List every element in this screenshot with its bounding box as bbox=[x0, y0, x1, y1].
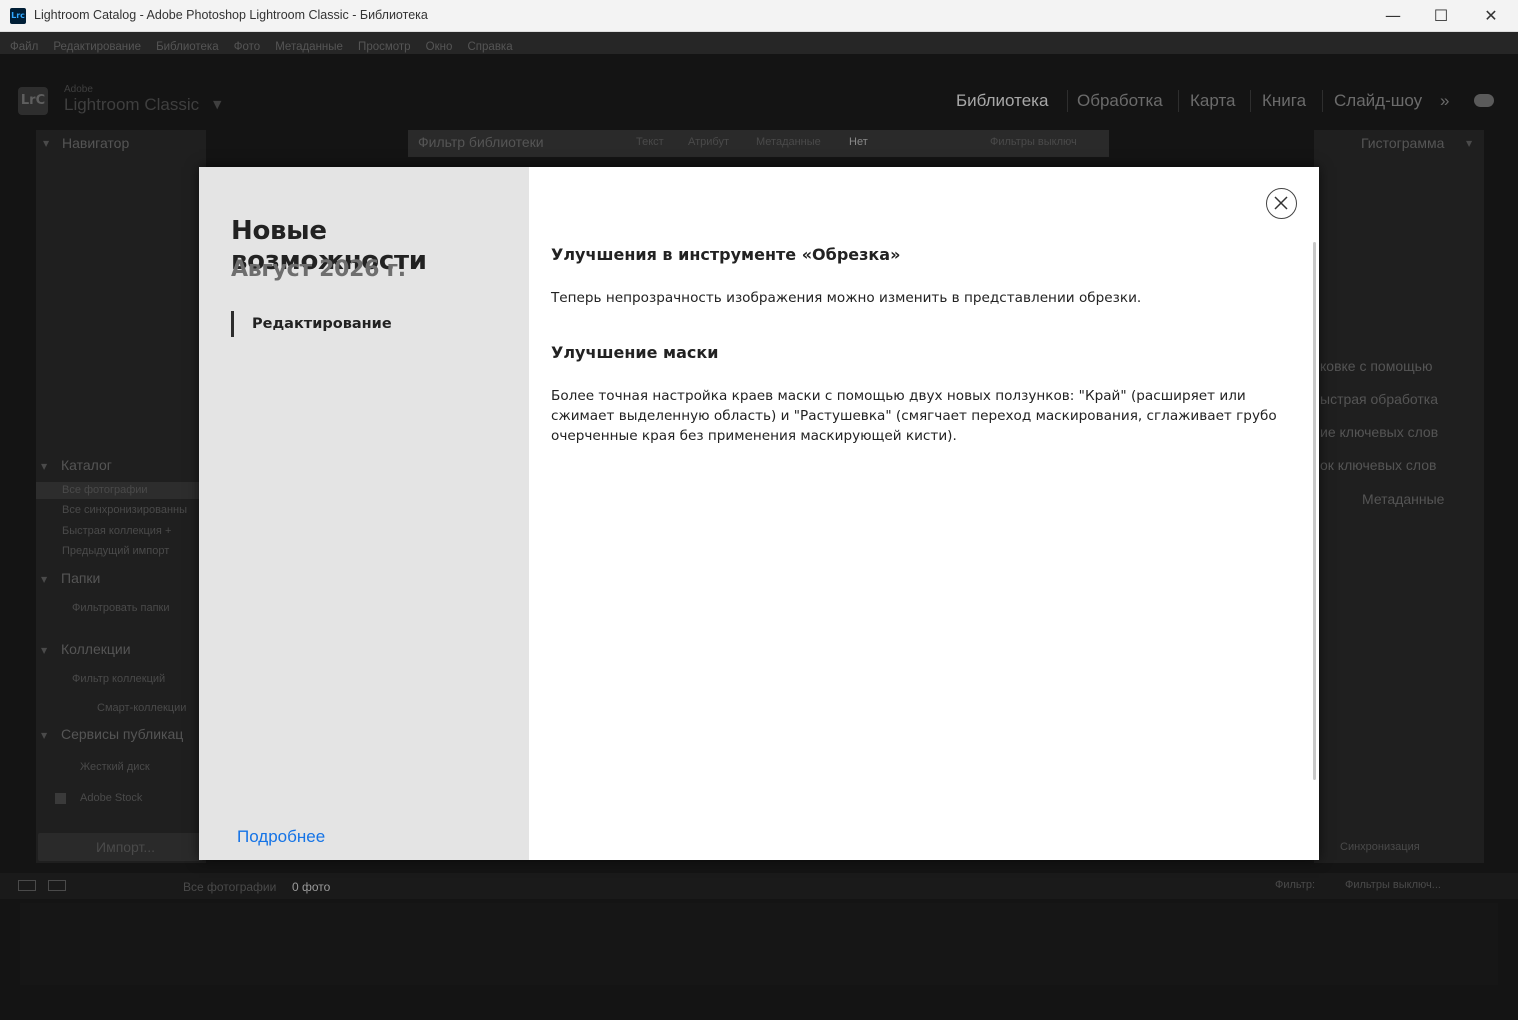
filter-option-none[interactable]: Нет bbox=[849, 136, 868, 148]
right-panel-item[interactable]: ковке с помощью bbox=[1320, 358, 1432, 374]
filter-option-text[interactable]: Текст bbox=[636, 136, 664, 148]
screen-2-icon[interactable] bbox=[48, 880, 66, 891]
menu-metadata[interactable]: Метаданные bbox=[275, 41, 343, 53]
publish-header[interactable]: Сервисы публикац bbox=[61, 726, 183, 742]
lrc-logo: LrC bbox=[18, 87, 48, 115]
import-button[interactable]: Импорт... bbox=[38, 833, 203, 861]
histogram-header[interactable]: Гистограмма bbox=[1361, 135, 1444, 151]
screen-1-icon[interactable] bbox=[18, 880, 36, 891]
filter-option-metadata[interactable]: Метаданные bbox=[756, 136, 821, 148]
section-body-crop: Теперь непрозрачность изображения можно … bbox=[551, 290, 1142, 306]
collapse-icon[interactable]: ▼ bbox=[41, 462, 47, 471]
filmstrip-filter-label: Фильтр: bbox=[1275, 879, 1316, 891]
catalog-header[interactable]: Каталог bbox=[61, 457, 112, 473]
section-body-mask: Более точная настройка краев маски с пом… bbox=[551, 388, 1277, 444]
right-panel-item[interactable]: ок ключевых слов bbox=[1320, 457, 1436, 473]
brand-small: Adobe bbox=[64, 84, 93, 95]
collapse-icon[interactable]: ▼ bbox=[41, 646, 47, 655]
folders-filter[interactable]: Фильтровать папки bbox=[72, 602, 169, 614]
close-dialog-button[interactable] bbox=[1266, 188, 1297, 219]
module-divider bbox=[1322, 90, 1323, 112]
module-divider bbox=[1178, 90, 1179, 112]
brand-name: Lightroom Classic bbox=[64, 95, 200, 114]
metadata-header[interactable]: Метаданные bbox=[1362, 491, 1444, 507]
learn-more-link[interactable]: Подробнее bbox=[237, 827, 325, 847]
adobe-stock-icon bbox=[55, 793, 66, 804]
menu-file[interactable]: Файл bbox=[10, 41, 38, 53]
app-icon: Lrc bbox=[10, 8, 26, 24]
module-map[interactable]: Карта bbox=[1190, 91, 1236, 111]
menu-bar: Файл Редактирование Библиотека Фото Мета… bbox=[0, 32, 1518, 54]
collections-header[interactable]: Коллекции bbox=[61, 641, 131, 657]
menu-window[interactable]: Окно bbox=[426, 41, 453, 53]
module-divider bbox=[1250, 90, 1251, 112]
nav-active-indicator bbox=[231, 311, 234, 337]
close-window-button[interactable]: ✕ bbox=[1468, 0, 1514, 32]
catalog-item-synced[interactable]: Все синхронизированны bbox=[62, 504, 187, 516]
close-icon bbox=[1274, 196, 1288, 210]
module-book[interactable]: Книга bbox=[1262, 91, 1306, 111]
module-develop[interactable]: Обработка bbox=[1077, 91, 1163, 111]
modules-more-icon[interactable]: » bbox=[1440, 91, 1449, 111]
minimize-button[interactable]: — bbox=[1370, 0, 1416, 32]
filter-preset[interactable]: Фильтры выключ bbox=[990, 136, 1077, 148]
library-filter-bar: Фильтр библиотеки Текст Атрибут Метаданн… bbox=[408, 130, 1109, 157]
right-panel-item[interactable]: ыстрая обработка bbox=[1320, 391, 1438, 407]
publish-item-harddrive[interactable]: Жесткий диск bbox=[80, 761, 150, 773]
whats-new-dialog: Новые возможности Август 2026 г. Редакти… bbox=[199, 167, 1319, 860]
folders-header[interactable]: Папки bbox=[61, 570, 100, 586]
menu-help[interactable]: Справка bbox=[468, 41, 513, 53]
right-panel-item[interactable]: ие ключевых слов bbox=[1320, 424, 1438, 440]
window-title: Lightroom Catalog - Adobe Photoshop Ligh… bbox=[34, 8, 428, 22]
menu-edit[interactable]: Редактирование bbox=[53, 41, 141, 53]
menu-view[interactable]: Просмотр bbox=[358, 41, 411, 53]
module-divider bbox=[1067, 90, 1068, 112]
catalog-item-all-photos[interactable]: Все фотографии bbox=[62, 484, 148, 496]
menu-library[interactable]: Библиотека bbox=[156, 41, 219, 53]
collapse-icon[interactable]: ▼ bbox=[41, 731, 47, 740]
publish-item-adobe-stock[interactable]: Adobe Stock bbox=[80, 792, 142, 804]
section-title-mask: Улучшение маски bbox=[551, 343, 719, 362]
sync-button[interactable]: Синхронизация bbox=[1340, 841, 1420, 853]
collapse-icon[interactable]: ▼ bbox=[1466, 139, 1472, 148]
catalog-item-quick-collection[interactable]: Быстрая коллекция + bbox=[62, 525, 171, 537]
import-button-label: Импорт... bbox=[96, 839, 156, 855]
filter-option-attribute[interactable]: Атрибут bbox=[688, 136, 729, 148]
smart-collections[interactable]: Смарт-коллекции bbox=[97, 702, 186, 714]
module-library[interactable]: Библиотека bbox=[956, 91, 1048, 111]
maximize-button[interactable]: ☐ bbox=[1418, 0, 1464, 32]
collections-filter[interactable]: Фильтр коллекций bbox=[72, 673, 165, 685]
menu-photo[interactable]: Фото bbox=[234, 41, 260, 53]
collapse-icon[interactable]: ▼ bbox=[41, 575, 47, 584]
navigator-header[interactable]: Навигатор bbox=[62, 135, 129, 151]
dialog-sidebar: Новые возможности Август 2026 г. Редакти… bbox=[199, 167, 529, 860]
section-title-crop: Улучшения в инструменте «Обрезка» bbox=[551, 245, 901, 264]
dialog-scrollbar[interactable] bbox=[1313, 242, 1316, 780]
filter-bar-label: Фильтр библиотеки bbox=[418, 134, 544, 150]
title-bar: Lrc Lightroom Catalog - Adobe Photoshop … bbox=[0, 0, 1518, 32]
brand-dropdown-icon[interactable]: ▼ bbox=[213, 98, 221, 111]
catalog-item-previous-import[interactable]: Предыдущий импорт bbox=[62, 545, 169, 557]
collapse-icon[interactable]: ▼ bbox=[43, 139, 49, 148]
cloud-sync-icon[interactable] bbox=[1474, 94, 1494, 107]
filmstrip-filter-value[interactable]: Фильтры выключ... bbox=[1345, 879, 1441, 891]
module-slideshow[interactable]: Слайд-шоу bbox=[1334, 91, 1422, 111]
filmstrip bbox=[20, 903, 1498, 985]
filmstrip-count: 0 фото bbox=[292, 880, 331, 894]
filmstrip-source[interactable]: Все фотографии bbox=[183, 880, 276, 894]
nav-item-editing[interactable]: Редактирование bbox=[252, 316, 392, 332]
dialog-subtitle: Август 2026 г. bbox=[231, 257, 406, 282]
